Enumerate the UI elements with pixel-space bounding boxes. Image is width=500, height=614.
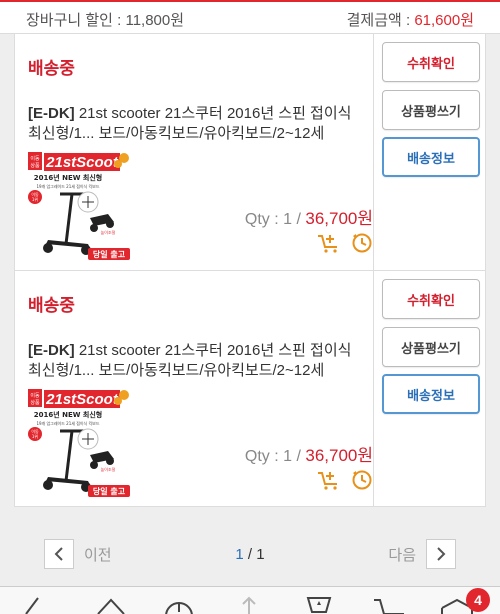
order-card: 배송중 [E-DK] 21st scooter 21스쿠터 2016년 스핀 접…	[14, 271, 486, 507]
order-info: 배송중 [E-DK] 21st scooter 21스쿠터 2016년 스핀 접…	[15, 271, 373, 506]
bottom-navigation	[0, 586, 500, 614]
svg-text:상품: 상품	[30, 399, 40, 406]
order-status: 배송중	[28, 59, 75, 78]
order-info: 배송중 [E-DK] 21st scooter 21스쿠터 2016년 스핀 접…	[15, 34, 373, 270]
share-icon[interactable]	[234, 596, 264, 614]
order-summary-bar: 장바구니 할인 : 11,800원 결제금액 : 61,600원	[0, 0, 500, 34]
order-status: 배송중	[28, 296, 75, 315]
current-page: 1	[235, 546, 244, 563]
item-actions	[317, 232, 373, 254]
trophy-icon[interactable]	[302, 596, 336, 614]
payment-amount: 61,600원	[414, 12, 474, 29]
clock-icon[interactable]	[351, 232, 373, 254]
write-review-button[interactable]: 상품평쓰기	[382, 90, 480, 130]
item-price: 36,700원	[305, 446, 373, 465]
quantity-price: Qty : 1 / 36,700원	[244, 446, 373, 465]
product-thumbnail[interactable]: 이동 상품 21stScoot 2016년 NEW 최신형 19개 업그레이드 …	[28, 152, 131, 260]
cart-icon[interactable]	[372, 596, 408, 614]
thumb-headline: 2016년 NEW 최신형	[34, 173, 102, 182]
order-actions: 수취확인 상품평쓰기 배송정보	[373, 34, 487, 270]
chevron-right-icon[interactable]	[426, 539, 456, 569]
svg-text:1위: 1위	[32, 433, 39, 439]
thumb-headline: 2016년 NEW 최신형	[34, 410, 102, 419]
cart-discount: 장바구니 할인 : 11,800원	[26, 12, 185, 29]
order-list-page: 장바구니 할인 : 11,800원 결제금액 : 61,600원 배송중 [E-…	[0, 0, 500, 614]
write-review-button[interactable]: 상품평쓰기	[382, 327, 480, 367]
thumb-logo: 21stScoot	[45, 154, 119, 171]
product-brand: [E-DK]	[28, 342, 75, 359]
thumb-foot: 당일 출고	[93, 486, 126, 496]
svg-text:19개 업그레이드 21세 접이식 킥보드: 19개 업그레이드 21세 접이식 킥보드	[36, 183, 99, 189]
product-name[interactable]: [E-DK] 21st scooter 21스쿠터 2016년 스핀 접이식 최…	[28, 104, 368, 144]
back-icon[interactable]	[22, 596, 44, 614]
total-pages: 1	[256, 546, 265, 563]
next-page-button[interactable]: 다음	[388, 539, 456, 569]
confirm-receipt-button[interactable]: 수취확인	[382, 279, 480, 319]
cart-count-badge: 4	[466, 588, 490, 612]
thumb-foot: 당일 출고	[93, 249, 126, 259]
order-card: 배송중 [E-DK] 21st scooter 21스쿠터 2016년 스핀 접…	[14, 34, 486, 271]
shipping-info-button[interactable]: 배송정보	[382, 374, 480, 414]
svg-text:1위: 1위	[32, 196, 39, 202]
svg-text:19개 업그레이드 21세 접이식 킥보드: 19개 업그레이드 21세 접이식 킥보드	[36, 420, 99, 426]
quantity-price: Qty : 1 / 36,700원	[244, 209, 373, 228]
svg-text:높이조절: 높이조절	[101, 466, 116, 472]
shipping-info-button[interactable]: 배송정보	[382, 137, 480, 177]
info-icon[interactable]	[164, 596, 194, 614]
confirm-receipt-button[interactable]: 수취확인	[382, 42, 480, 82]
order-actions: 수취확인 상품평쓰기 배송정보	[373, 271, 487, 506]
next-page-label[interactable]: 다음	[388, 544, 416, 565]
clock-icon[interactable]	[351, 469, 373, 491]
product-brand: [E-DK]	[28, 105, 75, 122]
item-price: 36,700원	[305, 209, 373, 228]
thumb-badge-top: 이동	[30, 155, 40, 162]
svg-text:높이조절: 높이조절	[101, 229, 116, 235]
home-icon[interactable]	[96, 596, 126, 614]
svg-text:상품: 상품	[30, 162, 40, 169]
cart-add-icon[interactable]	[317, 469, 341, 491]
item-actions	[317, 469, 373, 491]
svg-text:이동: 이동	[30, 392, 40, 399]
thumb-logo: 21stScoot	[45, 391, 119, 408]
cart-add-icon[interactable]	[317, 232, 341, 254]
pagination: 이전 1 / 1 다음	[0, 520, 500, 586]
product-thumbnail[interactable]: 이동 상품 21stScoot 2016년 NEW 최신형 19개 업그레이드 …	[28, 389, 131, 497]
payment-total: 결제금액 : 61,600원	[346, 12, 474, 29]
product-name[interactable]: [E-DK] 21st scooter 21스쿠터 2016년 스핀 접이식 최…	[28, 341, 368, 381]
